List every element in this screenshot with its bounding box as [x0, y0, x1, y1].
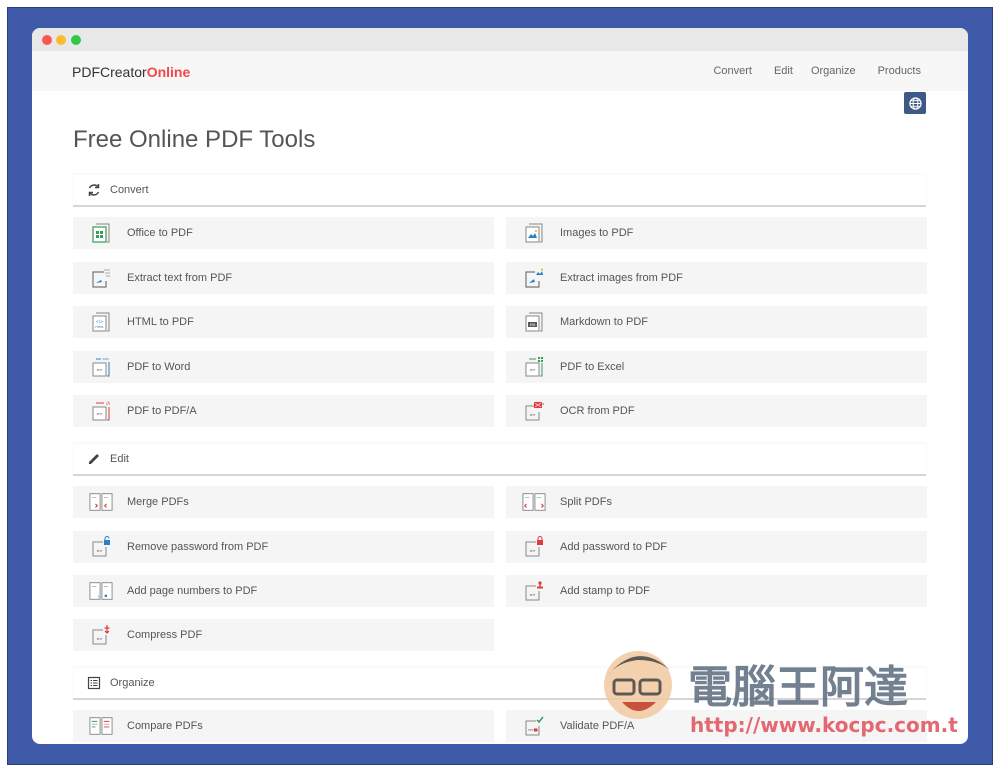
language-button[interactable] — [904, 92, 926, 114]
svg-text:DOC: DOC — [103, 357, 110, 361]
tool-label: OCR from PDF — [560, 405, 635, 417]
office-to-pdf-icon — [89, 221, 113, 245]
top-navbar: PDFCreatorOnline Convert Edit Organize P… — [32, 51, 968, 91]
svg-text:MD: MD — [530, 323, 536, 327]
tool-label: HTML to PDF — [127, 316, 194, 328]
section-header-edit[interactable]: Edit — [73, 444, 926, 476]
validate-icon: PDF — [522, 714, 546, 738]
svg-text:PDF: PDF — [97, 412, 103, 416]
tool-office-to-pdf[interactable]: Office to PDF — [73, 217, 494, 249]
nav-link-products[interactable]: Products — [878, 65, 921, 77]
tool-label: Remove password from PDF — [127, 541, 269, 553]
tool-remove-password[interactable]: PDF Remove password from PDF — [73, 531, 494, 563]
tool-label: Compare PDFs — [127, 720, 203, 732]
svg-text:HTML: HTML — [95, 325, 104, 329]
svg-text:PDF: PDF — [530, 593, 536, 597]
section-header-convert[interactable]: Convert — [73, 175, 926, 207]
tool-add-password[interactable]: PDF Add password to PDF — [506, 531, 927, 563]
tool-markdown-to-pdf[interactable]: MD Markdown to PDF — [506, 306, 927, 338]
globe-icon — [908, 96, 922, 110]
html-to-pdf-icon: </> HTML — [89, 310, 113, 334]
svg-text:PDF: PDF — [97, 549, 103, 553]
tool-label: PDF to Excel — [560, 361, 625, 373]
tool-label: Compress PDF — [127, 629, 203, 641]
svg-text:/A: /A — [106, 401, 110, 406]
extract-text-icon — [89, 266, 113, 290]
svg-text:1: 1 — [97, 594, 99, 598]
browser-window: PDFCreatorOnline Convert Edit Organize P… — [32, 28, 968, 744]
tool-pdf-to-excel[interactable]: PDF PDF to Excel — [506, 351, 927, 383]
tool-label: Extract images from PDF — [560, 272, 683, 284]
section-label-organize: Organize — [110, 677, 155, 689]
extract-images-icon — [522, 266, 546, 290]
title-bar — [32, 28, 968, 51]
tool-label: Extract text from PDF — [127, 272, 233, 284]
tool-pdf-to-pdfa[interactable]: /A PDF PDF to PDF/A — [73, 395, 494, 427]
tool-validate-pdfa[interactable]: PDF Validate PDF/A — [506, 710, 927, 742]
tool-label: Office to PDF — [127, 227, 193, 239]
logo[interactable]: PDFCreatorOnline — [72, 64, 190, 80]
tool-split-pdfs[interactable]: Split PDFs — [506, 486, 927, 518]
tool-html-to-pdf[interactable]: </> HTML HTML to PDF — [73, 306, 494, 338]
images-to-pdf-icon — [522, 221, 546, 245]
tool-label: Images to PDF — [560, 227, 634, 239]
tool-add-stamp[interactable]: PDF Add stamp to PDF — [506, 575, 927, 607]
svg-text:PDF: PDF — [530, 549, 536, 553]
tool-ocr-from-pdf[interactable]: PDF OCR from PDF — [506, 395, 927, 427]
pdf-to-word-icon: DOC PDF — [89, 355, 113, 379]
tool-label: Split PDFs — [560, 496, 612, 508]
pdf-to-pdfa-icon: /A PDF — [89, 399, 113, 423]
tool-add-page-numbers[interactable]: 1 Add page numbers to PDF — [73, 575, 494, 607]
page-numbers-icon: 1 — [89, 579, 113, 603]
section-label-convert: Convert — [110, 184, 149, 196]
tool-images-to-pdf[interactable]: Images to PDF — [506, 217, 927, 249]
stamp-icon: PDF — [522, 579, 546, 603]
nav-link-edit[interactable]: Edit — [774, 65, 793, 77]
pdf-to-excel-icon: PDF — [522, 355, 546, 379]
tool-label: Validate PDF/A — [560, 720, 635, 732]
tool-pdf-to-word[interactable]: DOC PDF PDF to Word — [73, 351, 494, 383]
refresh-icon — [86, 182, 102, 198]
logo-accent-text: Online — [146, 64, 191, 80]
tool-extract-text[interactable]: Extract text from PDF — [73, 262, 494, 294]
maximize-window-button[interactable] — [71, 35, 81, 45]
nav-links: Convert Edit Organize Products — [691, 65, 921, 77]
tool-label: Markdown to PDF — [560, 316, 649, 328]
split-icon — [522, 490, 546, 514]
minimize-window-button[interactable] — [56, 35, 66, 45]
tool-label: Add page numbers to PDF — [127, 585, 258, 597]
markdown-to-pdf-icon: MD — [522, 310, 546, 334]
tool-compare-pdfs[interactable]: Compare PDFs — [73, 710, 494, 742]
nav-link-convert[interactable]: Convert — [713, 65, 752, 77]
tool-label: Add stamp to PDF — [560, 585, 650, 597]
svg-text:PDF: PDF — [528, 728, 534, 732]
svg-text:</>: </> — [95, 319, 103, 324]
pencil-icon — [86, 451, 102, 467]
tool-label: Merge PDFs — [127, 496, 189, 508]
merge-icon — [89, 490, 113, 514]
tool-compress-pdf[interactable]: PDF Compress PDF — [73, 619, 494, 651]
list-icon — [86, 675, 102, 691]
svg-text:PDF: PDF — [97, 368, 103, 372]
section-header-organize[interactable]: Organize — [73, 668, 926, 700]
ocr-icon: PDF — [522, 399, 546, 423]
svg-text:PDF: PDF — [97, 637, 103, 641]
unlock-icon: PDF — [89, 535, 113, 559]
tool-extract-images[interactable]: Extract images from PDF — [506, 262, 927, 294]
compress-icon: PDF — [89, 623, 113, 647]
lock-icon: PDF — [522, 535, 546, 559]
tool-label: PDF to PDF/A — [127, 405, 197, 417]
compare-icon — [89, 714, 113, 738]
tool-label: PDF to Word — [127, 361, 191, 373]
logo-text: PDFCreator — [72, 64, 147, 80]
section-label-edit: Edit — [110, 453, 129, 465]
svg-text:PDF: PDF — [530, 368, 536, 372]
nav-link-organize[interactable]: Organize — [811, 65, 856, 77]
page-title: Free Online PDF Tools — [73, 126, 316, 153]
svg-text:PDF: PDF — [530, 413, 536, 417]
close-window-button[interactable] — [42, 35, 52, 45]
tool-label: Add password to PDF — [560, 541, 667, 553]
tool-merge-pdfs[interactable]: Merge PDFs — [73, 486, 494, 518]
